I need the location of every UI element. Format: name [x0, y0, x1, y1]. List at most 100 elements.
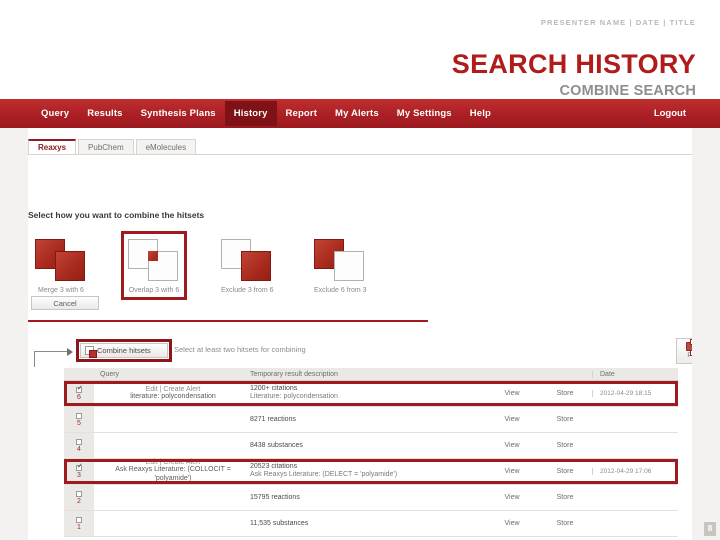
row-selector[interactable]: 2: [64, 485, 94, 510]
panel-divider: [28, 320, 428, 322]
row-selector[interactable]: 5: [64, 407, 94, 432]
row-description: 11,535 substances: [246, 520, 486, 527]
merge-venn-icon: [35, 239, 89, 281]
row-query-text: Ask Reaxys Literature: (COLLOCIT = 'poly…: [115, 466, 231, 482]
combine-options: Merge 3 with 6 Overlap 3 with 6 Exclude …: [28, 231, 400, 300]
row-store-link[interactable]: Store: [538, 390, 592, 397]
row-selector[interactable]: 3: [64, 459, 94, 484]
row-view-link[interactable]: View: [486, 494, 538, 501]
row-selector[interactable]: 4: [64, 433, 94, 458]
row-store-link[interactable]: Store: [538, 520, 592, 527]
nav-item-my-settings[interactable]: My Settings: [388, 101, 461, 126]
table-row[interactable]: 6 Edit | Create Alert literature: polyco…: [64, 381, 678, 407]
row-date: 2012-04-29 18:15: [592, 390, 678, 397]
row-checkbox[interactable]: [76, 412, 82, 419]
combine-option-exclude-6-from-3-label: Exclude 6 from 3: [314, 287, 367, 294]
nav-item-query[interactable]: Query: [32, 101, 78, 126]
tabs-divider: [28, 154, 720, 155]
row-view-link[interactable]: View: [486, 416, 538, 423]
combine-hitsets-button[interactable]: Combine hitsets: [80, 343, 168, 358]
combine-option-merge[interactable]: Merge 3 with 6: [28, 231, 94, 300]
row-result-count: 8271 reactions: [250, 416, 296, 423]
logout-link[interactable]: Logout: [654, 108, 686, 119]
row-view-link[interactable]: View: [486, 520, 538, 527]
exclude-a-venn-icon: [221, 239, 275, 281]
content-sheet: Reaxys PubChem eMolecules Select how you…: [28, 128, 720, 540]
tab-reaxys[interactable]: Reaxys: [28, 139, 77, 155]
nav-item-results[interactable]: Results: [78, 101, 131, 126]
presenter-meta: PRESENTER NAME | DATE | TITLE: [540, 18, 696, 27]
table-header-row: Query Temporary result description Date: [64, 368, 678, 381]
table-row[interactable]: 2 15795 reactions View Store: [64, 485, 678, 511]
main-navigation: Query Results Synthesis Plans History Re…: [0, 99, 720, 128]
exclude-b-venn-icon: [314, 239, 368, 281]
header-date: Date: [592, 370, 678, 378]
row-result-count: 8438 substances: [250, 442, 303, 449]
nav-item-my-alerts[interactable]: My Alerts: [326, 101, 388, 126]
nav-item-help[interactable]: Help: [461, 101, 500, 126]
row-result-count: 20523 citations: [250, 463, 298, 471]
combine-option-overlap[interactable]: Overlap 3 with 6: [121, 231, 187, 300]
row-store-link[interactable]: Store: [538, 442, 592, 449]
row-description: 20523 citations Ask Reaxys Literature: (…: [246, 463, 486, 479]
slide-page-number: 8: [704, 522, 716, 536]
row-query-actions[interactable]: Edit | Create Alert: [100, 459, 246, 466]
sheet-right-margin: [692, 128, 720, 540]
row-description: 15795 reactions: [246, 494, 486, 501]
row-view-link[interactable]: View: [486, 468, 538, 475]
nav-item-report[interactable]: Report: [277, 101, 327, 126]
combine-instruction: Select how you want to combine the hitse…: [28, 210, 205, 220]
combine-option-exclude-3-from-6-label: Exclude 3 from 6: [221, 287, 274, 294]
row-id: 5: [77, 419, 81, 427]
row-view-link[interactable]: View: [486, 442, 538, 449]
row-selector[interactable]: 1: [64, 511, 94, 536]
row-selector[interactable]: 6: [64, 381, 94, 406]
app-screenshot: Query Results Synthesis Plans History Re…: [0, 99, 720, 540]
combine-icon: [85, 346, 97, 358]
page-subtitle: COMBINE SEARCH: [559, 83, 696, 99]
row-query: Edit | Create Alert literature: polycond…: [94, 386, 246, 402]
results-table: Query Temporary result description Date …: [64, 368, 678, 540]
combine-option-overlap-label: Overlap 3 with 6: [128, 287, 180, 294]
tab-emolecules[interactable]: eMolecules: [135, 139, 197, 155]
header-description: Temporary result description: [250, 370, 338, 378]
row-result-count: 1200+ citations: [250, 385, 298, 393]
header-query: Query: [100, 370, 120, 378]
row-result-count: 15795 reactions: [250, 494, 300, 501]
row-description: 8438 substances: [246, 442, 486, 449]
table-row[interactable]: 3 Edit | Create Alert Ask Reaxys Literat…: [64, 459, 678, 485]
row-store-link[interactable]: Store: [538, 468, 592, 475]
row-store-link[interactable]: Store: [538, 494, 592, 501]
row-id: 3: [77, 471, 81, 479]
database-tabs: Reaxys PubChem eMolecules: [28, 137, 198, 155]
row-query-actions[interactable]: Edit | Create Alert: [100, 386, 246, 393]
row-checkbox[interactable]: [76, 384, 83, 393]
combine-hint-text: Select at least two hitsets for combinin…: [174, 345, 306, 354]
tab-pubchem[interactable]: PubChem: [78, 139, 134, 155]
row-checkbox[interactable]: [76, 438, 82, 445]
row-checkbox[interactable]: [76, 462, 83, 471]
row-result-sub: Ask Reaxys Literature: (DELECT = 'polyam…: [250, 471, 398, 479]
row-description: 8271 reactions: [246, 416, 486, 423]
row-id: 4: [77, 445, 81, 453]
row-date: 2012-04-29 17:06: [592, 468, 678, 475]
combine-option-exclude-3-from-6[interactable]: Exclude 3 from 6: [214, 231, 280, 300]
overlap-venn-icon: [128, 239, 182, 281]
nav-item-history[interactable]: History: [224, 101, 277, 126]
row-store-link[interactable]: Store: [538, 416, 592, 423]
page-title: SEARCH HISTORY: [451, 49, 696, 79]
table-row[interactable]: 4 8438 substances View Store: [64, 433, 678, 459]
row-checkbox[interactable]: [76, 490, 82, 497]
table-row[interactable]: 1 11,535 substances View Store: [64, 511, 678, 537]
table-row[interactable]: 5 8271 reactions View Store: [64, 407, 678, 433]
row-description: 1200+ citations Literature: polycondensa…: [246, 385, 486, 401]
cancel-button[interactable]: Cancel: [31, 296, 99, 310]
row-result-count: 11,535 substances: [250, 520, 309, 527]
combine-option-merge-label: Merge 3 with 6: [38, 287, 84, 294]
nav-item-synthesis-plans[interactable]: Synthesis Plans: [132, 101, 225, 126]
combine-option-exclude-6-from-3[interactable]: Exclude 6 from 3: [307, 231, 373, 300]
row-checkbox[interactable]: [76, 516, 82, 523]
combine-hitsets-label: Combine hitsets: [97, 346, 151, 355]
combine-hitsets-highlight: Combine hitsets: [76, 339, 172, 362]
row-view-link[interactable]: View: [486, 390, 538, 397]
